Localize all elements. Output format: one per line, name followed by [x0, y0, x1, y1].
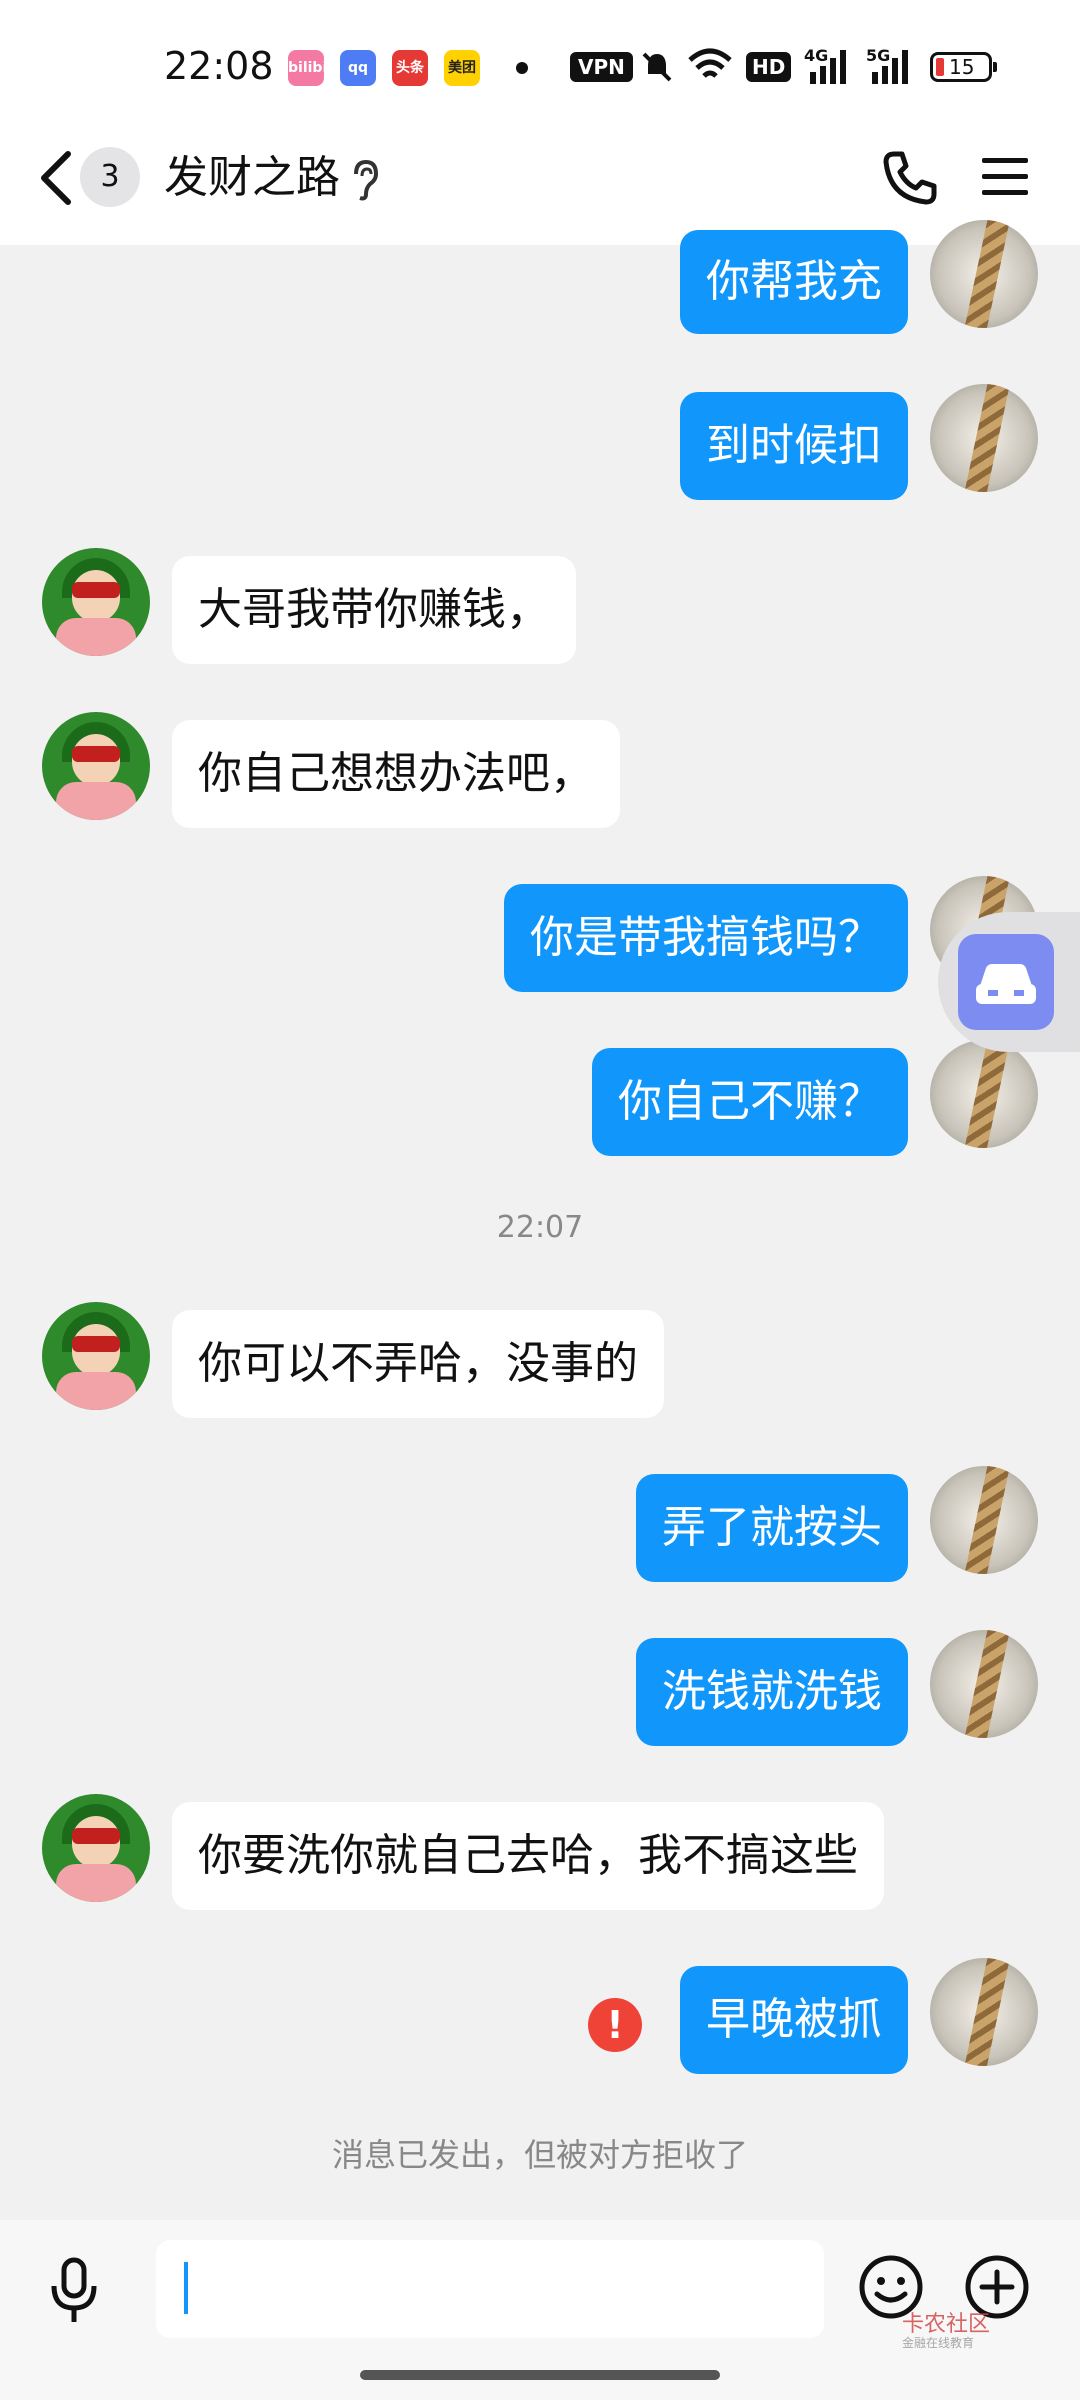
self-avatar[interactable] [930, 384, 1038, 492]
self-avatar[interactable] [930, 1630, 1038, 1738]
message-input[interactable] [156, 2240, 824, 2338]
message-bubble-outgoing[interactable]: 弄了就按头 [636, 1474, 908, 1582]
self-avatar[interactable] [930, 1958, 1038, 2066]
phone-call-icon[interactable] [880, 148, 940, 208]
message-bubble-incoming[interactable]: 大哥我带你赚钱， [172, 556, 576, 664]
battery-level: 15 [949, 55, 975, 79]
self-avatar[interactable] [930, 1040, 1038, 1148]
message-bubble-incoming[interactable]: 你要洗你就自己去哈，我不搞这些 [172, 1802, 884, 1910]
contact-avatar[interactable] [42, 712, 150, 820]
message-bubble-outgoing[interactable]: 到时候扣 [680, 392, 908, 500]
car-icon [958, 934, 1054, 1030]
menu-icon[interactable] [980, 152, 1030, 202]
self-avatar[interactable] [930, 1466, 1038, 1574]
back-arrow-icon[interactable] [36, 148, 76, 208]
signal-bars-icon [810, 50, 846, 84]
message-bubble-outgoing[interactable]: 洗钱就洗钱 [636, 1638, 908, 1746]
watermark-logo: 卡农社区 金融在线教育 [902, 2306, 990, 2351]
qq-icon: qq [340, 50, 376, 86]
notification-dot-icon [516, 62, 528, 74]
message-bubble-outgoing[interactable]: 早晚被抓 [680, 1966, 908, 2074]
contact-avatar[interactable] [42, 548, 150, 656]
message-bubble-outgoing[interactable]: 你自己不赚？ [592, 1048, 908, 1156]
battery-icon: 15 [930, 52, 997, 82]
message-bubble-incoming[interactable]: 你可以不弄哈，没事的 [172, 1310, 664, 1418]
status-time: 22:08 [164, 44, 274, 88]
chat-title[interactable]: 发财之路 [164, 150, 340, 206]
mute-bell-icon [642, 52, 672, 82]
ear-icon[interactable] [348, 158, 382, 202]
bilibili-icon: bilibili [288, 50, 337, 86]
vpn-badge: VPN [570, 52, 633, 82]
rejection-notice: 消息已发出，但被对方拒收了 [331, 2136, 748, 2174]
wifi-icon [688, 48, 732, 78]
microphone-icon[interactable] [44, 2256, 104, 2326]
signal-bars-2-icon [872, 50, 908, 84]
contact-avatar[interactable] [42, 1302, 150, 1410]
message-timestamp: 22:07 [496, 1210, 584, 1245]
status-bar [0, 0, 1080, 130]
send-failed-icon[interactable]: ! [588, 1998, 642, 2052]
unread-count-badge[interactable]: 3 [80, 147, 140, 207]
toutiao-icon: 头条 [392, 50, 428, 86]
meituan-icon: 美团 [444, 50, 480, 86]
message-bubble-outgoing[interactable]: 你帮我充 [680, 230, 908, 334]
home-indicator[interactable] [360, 2370, 720, 2380]
message-bubble-incoming[interactable]: 你自己想想办法吧， [172, 720, 620, 828]
self-avatar[interactable] [930, 220, 1038, 328]
floating-car-widget[interactable] [938, 912, 1080, 1052]
text-caret [184, 2262, 188, 2314]
message-bubble-outgoing[interactable]: 你是带我搞钱吗？ [504, 884, 908, 992]
hd-badge: HD [746, 52, 792, 82]
contact-avatar[interactable] [42, 1794, 150, 1902]
